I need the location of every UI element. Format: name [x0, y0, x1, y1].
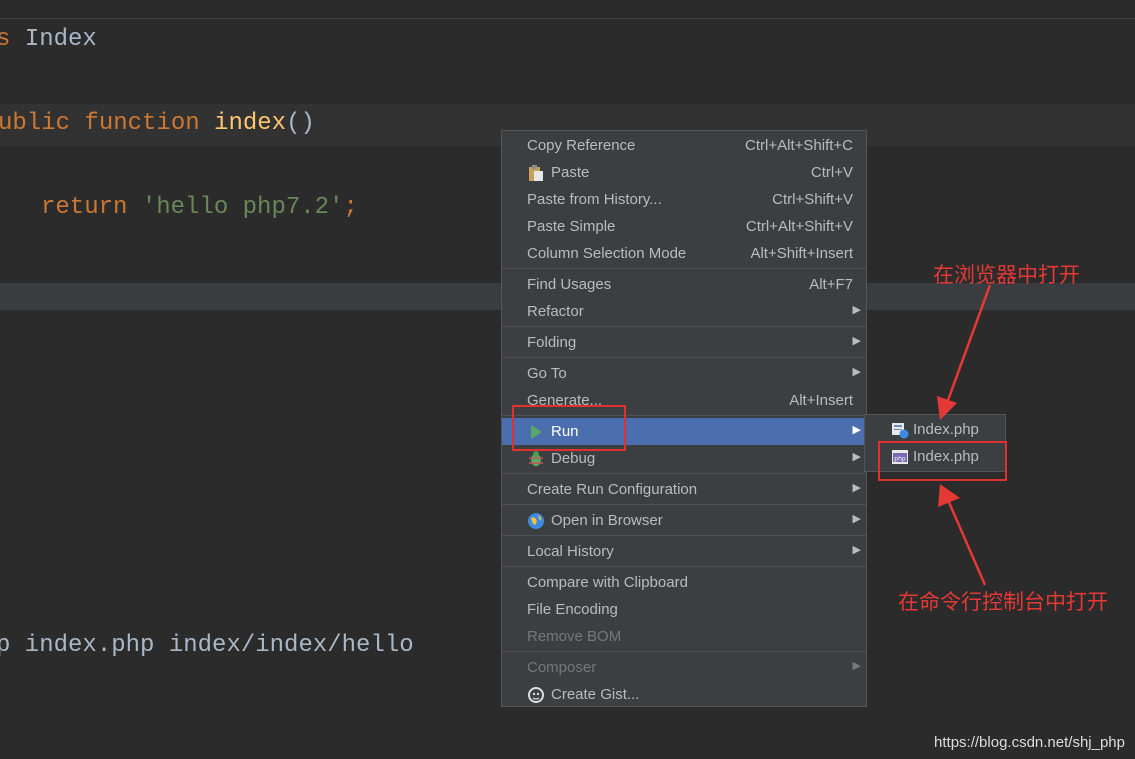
annotation-arrows — [937, 284, 992, 586]
annotation-open-in-browser: 在浏览器中打开 — [933, 263, 1080, 287]
annotation-open-in-console: 在命令行控制台中打开 — [898, 590, 1108, 614]
watermark: https://blog.csdn.net/shj_php — [934, 734, 1125, 751]
